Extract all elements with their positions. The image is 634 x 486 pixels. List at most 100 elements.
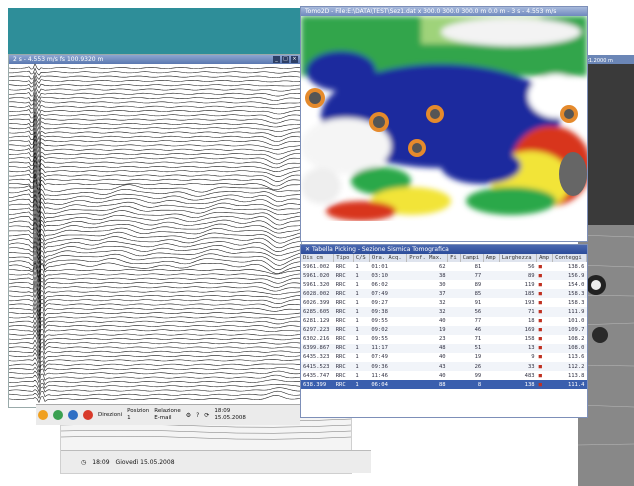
column-header[interactable]: Amp: [536, 254, 554, 262]
seismic-trace: [9, 293, 301, 313]
table-row[interactable]: 6297.223 RRC 1 09:02 19 46 169 ■ 109.7: [301, 325, 587, 335]
table-cell: [447, 289, 461, 299]
seismic-window-title: 2 s - 4.553 m/s fs 100.9320 m: [13, 56, 104, 63]
seismic-trace: [9, 118, 301, 136]
table-cell: [448, 280, 460, 289]
table-row[interactable]: 6028.002 RRC 1 07:49 37 85 185 ■ 158.3: [301, 289, 587, 299]
table-cell: [447, 380, 461, 390]
table-cell: [483, 289, 500, 299]
table-row[interactable]: 6281.129 RRC 1 09:55 40 77 18 ■ 101.0: [301, 317, 587, 326]
help-icon[interactable]: ?: [196, 412, 199, 419]
table-row[interactable]: 6285.605 RRC 1 09:38 32 56 71 ■ 111.9: [301, 307, 587, 317]
picking-table-window[interactable]: ✕ Tabella Picking - Sezione Sismica Tomo…: [300, 244, 588, 418]
table-cell: 07:49: [371, 354, 388, 361]
blue-app-icon[interactable]: [68, 410, 78, 420]
table-cell: [448, 317, 460, 326]
column-header[interactable]: Tipo: [333, 254, 354, 262]
table-cell: 193: [524, 299, 535, 306]
taskbar-item-report[interactable]: Relazione E-mail: [154, 408, 181, 422]
picking-table-titlebar[interactable]: ✕ Tabella Picking - Sezione Sismica Tomo…: [301, 245, 587, 254]
table-cell: RRC: [335, 336, 346, 343]
seismic-trace: [9, 165, 301, 187]
table-cell: [483, 280, 499, 289]
settings-icon[interactable]: ⚙: [186, 412, 191, 419]
seismic-trace: [9, 198, 301, 223]
table-cell: ■: [538, 318, 542, 325]
column-header[interactable]: Ora. Acq.: [369, 254, 408, 262]
table-cell: ■: [538, 299, 542, 306]
table-cell: 1: [353, 271, 370, 281]
table-cell: 18: [527, 318, 535, 325]
column-header[interactable]: C/S: [353, 254, 370, 262]
table-cell: 43: [406, 362, 448, 372]
table-cell: 46: [460, 325, 484, 335]
seismic-trace: [9, 190, 301, 214]
table-cell: 09:27: [371, 299, 388, 306]
table-row[interactable]: 6435.323 RRC 1 07:49 40 19 9 ■ 113.6: [301, 353, 587, 362]
tomography-window-title: Tomo2D - File:E:\DATA\TEST\Sez1.dat x 30…: [305, 8, 557, 15]
table-cell: [483, 271, 500, 281]
table-row[interactable]: 6415.523 RRC 1 09:36 43 26 33 ■ 112.2: [301, 362, 587, 372]
table-cell: 113.6: [567, 354, 585, 361]
seismic-trace: [9, 152, 301, 172]
seismic-trace: [9, 386, 301, 396]
seismic-trace: [9, 360, 301, 373]
table-cell: 06:02: [371, 281, 388, 288]
table-cell: 1: [355, 318, 359, 325]
tomography-window[interactable]: Tomo2D - File:E:\DATA\TEST\Sez1.dat x 30…: [300, 6, 591, 242]
column-header[interactable]: Dis cm: [301, 254, 335, 262]
table-row[interactable]: 5961.320 RRC 1 06:02 30 89 119 ■ 154.0: [301, 280, 587, 289]
table-cell: 77: [460, 271, 484, 281]
table-cell: 8: [460, 380, 484, 390]
table-cell: 1: [355, 372, 359, 379]
seismic-trace: [9, 67, 301, 76]
column-header[interactable]: Conteggi: [552, 254, 587, 262]
table-row[interactable]: 638.399 RRC 1 06:04 88 8 138 ■ 111.4: [301, 380, 587, 390]
table-cell: 91: [474, 299, 482, 306]
table-row[interactable]: 5961.020 RRC 1 03:10 38 77 89 ■ 156.9: [301, 271, 587, 281]
taskbar-item-directions[interactable]: Direzioni: [98, 412, 122, 419]
table-cell: 13: [499, 343, 537, 353]
table-cell: 03:10: [369, 271, 407, 281]
minimize-icon[interactable]: _: [273, 56, 280, 63]
table-row[interactable]: 6399.867 RRC 1 11:17 48 51 13 ■ 108.0: [301, 343, 587, 353]
green-app-icon[interactable]: [53, 410, 63, 420]
table-row[interactable]: 6435.747 RRC 1 11:46 40 99 483 ■ 113.8: [301, 371, 587, 380]
refresh-icon[interactable]: ⟳: [204, 412, 209, 419]
picking-table-title: Tabella Picking - Sezione Sismica Tomogr…: [311, 246, 449, 253]
table-cell: 32: [438, 299, 446, 306]
column-header[interactable]: Fi: [447, 254, 461, 262]
column-header[interactable]: Prof. Max.: [406, 254, 449, 262]
column-header[interactable]: Campi: [460, 254, 484, 262]
seismic-trace: [9, 390, 301, 399]
table-cell: 30: [438, 281, 446, 288]
column-header[interactable]: Amp: [483, 254, 500, 262]
taskbar-item-position[interactable]: Posizion 1: [127, 408, 149, 422]
tomography-window-titlebar[interactable]: Tomo2D - File:E:\DATA\TEST\Sez1.dat x 30…: [301, 7, 587, 16]
seismic-window-titlebar[interactable]: 2 s - 4.553 m/s fs 100.9320 m _ □ ×: [9, 55, 301, 64]
seismic-trace: [9, 271, 301, 292]
table-cell: RRC: [335, 263, 346, 270]
table-row[interactable]: 6302.216 RRC 1 09:55 23 71 158 ■ 108.2: [301, 335, 587, 344]
table-row[interactable]: 5961.002 RRC 1 01:01 62 81 56 ■ 138.6: [301, 262, 587, 271]
seismic-window[interactable]: 2 s - 4.553 m/s fs 100.9320 m _ □ ×: [8, 54, 302, 408]
background-taskbar-date: Giovedì 15.05.2008: [115, 458, 175, 466]
table-cell: [448, 262, 460, 271]
table-cell: 89: [499, 271, 537, 281]
table-cell: 11:17: [369, 343, 407, 353]
maximize-icon[interactable]: □: [282, 56, 289, 63]
orange-app-icon[interactable]: [38, 410, 48, 420]
close-icon[interactable]: ×: [291, 56, 298, 63]
table-cell: 169: [499, 325, 537, 335]
table-cell: 6281.129: [303, 318, 330, 325]
table-row[interactable]: 6026.399 RRC 1 09:27 32 91 193 ■ 158.3: [301, 298, 587, 307]
red-app-icon[interactable]: [83, 410, 93, 420]
seismic-trace: [9, 346, 301, 360]
table-cell: [483, 325, 500, 335]
table-cell: 48: [406, 343, 448, 353]
seismic-trace: [9, 395, 301, 404]
table-cell: [483, 307, 500, 317]
table-cell: 09:55: [371, 336, 388, 343]
window-menu-icon[interactable]: ✕: [305, 246, 310, 253]
column-header[interactable]: Larghezza: [499, 254, 538, 262]
